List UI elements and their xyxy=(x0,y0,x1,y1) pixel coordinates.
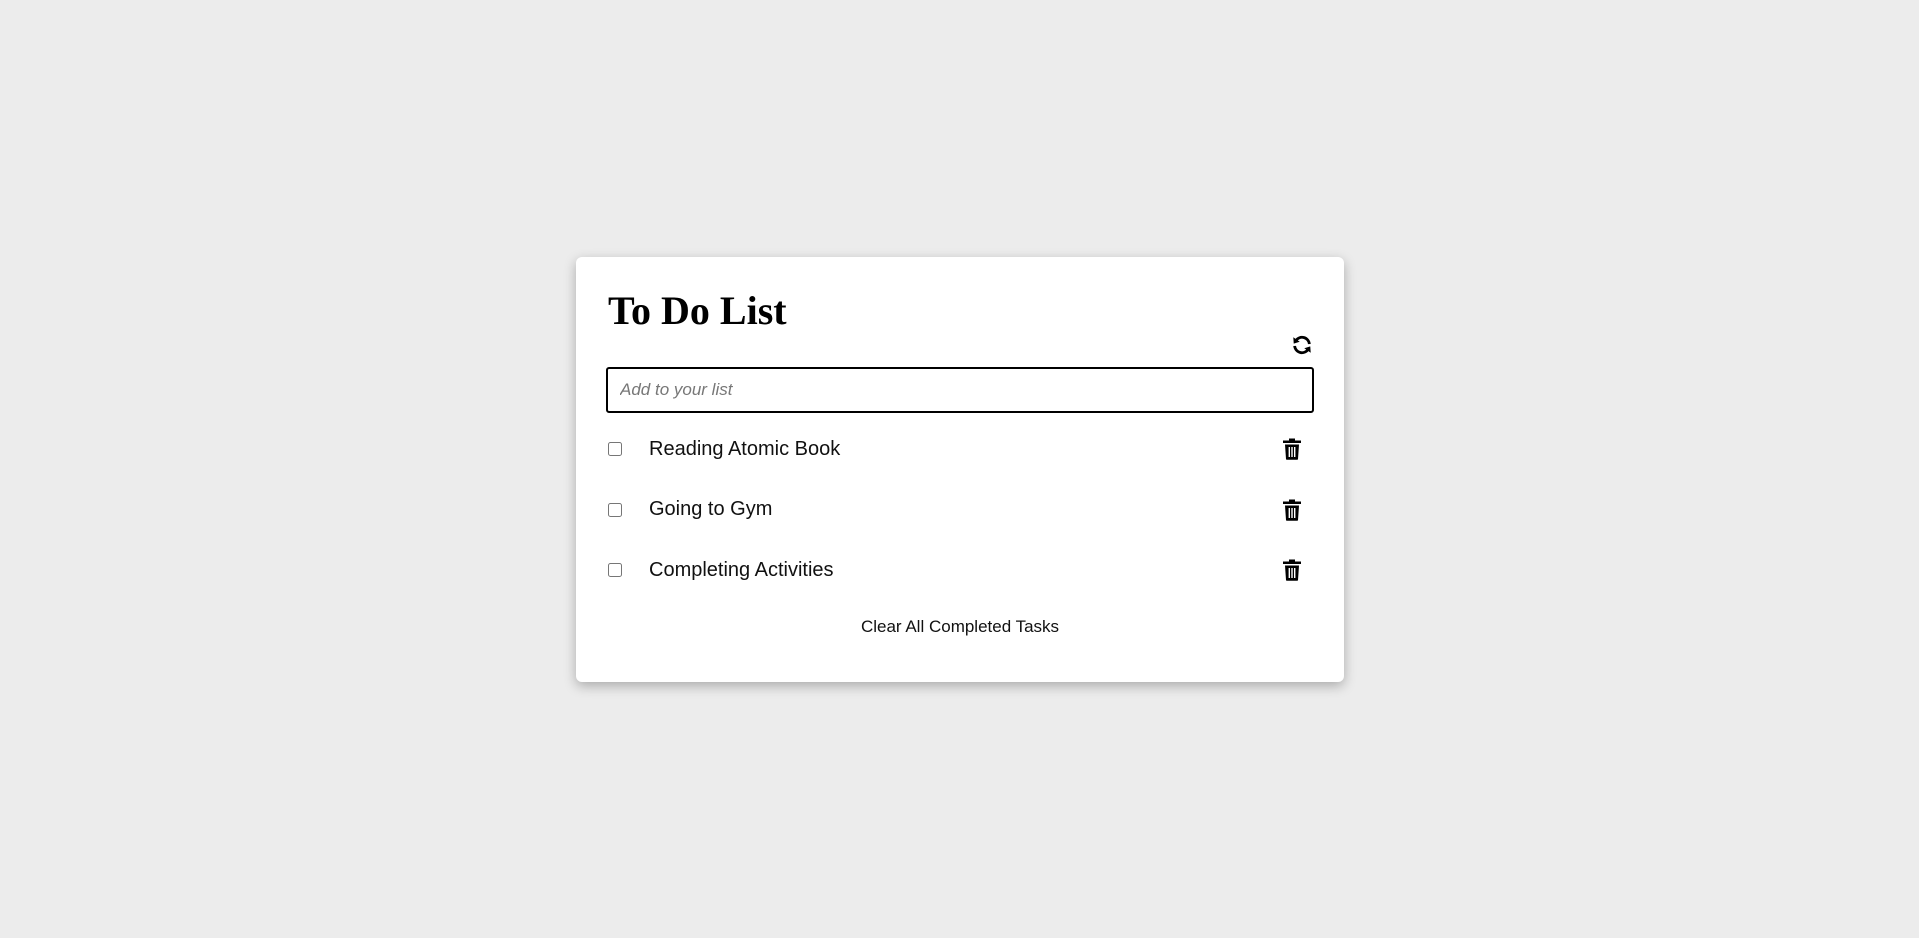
list-item: Reading Atomic Book xyxy=(606,419,1314,480)
task-checkbox[interactable] xyxy=(608,502,622,517)
task-list: Reading Atomic Book Going to Gym Complet… xyxy=(606,419,1314,601)
trash-icon[interactable] xyxy=(1282,559,1302,582)
todo-card: To Do List Reading Atomic Book xyxy=(576,257,1344,682)
add-task-input[interactable] xyxy=(606,367,1314,413)
list-item: Going to Gym xyxy=(606,480,1314,541)
task-checkbox[interactable] xyxy=(608,563,622,578)
list-item: Completing Activities xyxy=(606,540,1314,601)
task-label: Reading Atomic Book xyxy=(649,437,841,460)
task-label: Completing Activities xyxy=(649,558,834,581)
page-title: To Do List xyxy=(608,288,787,333)
clear-completed-button[interactable]: Clear All Completed Tasks xyxy=(576,616,1344,638)
task-label: Going to Gym xyxy=(649,498,773,521)
task-checkbox[interactable] xyxy=(608,442,622,457)
trash-icon[interactable] xyxy=(1282,499,1302,521)
refresh-icon[interactable] xyxy=(1291,334,1313,356)
trash-icon[interactable] xyxy=(1282,438,1302,461)
